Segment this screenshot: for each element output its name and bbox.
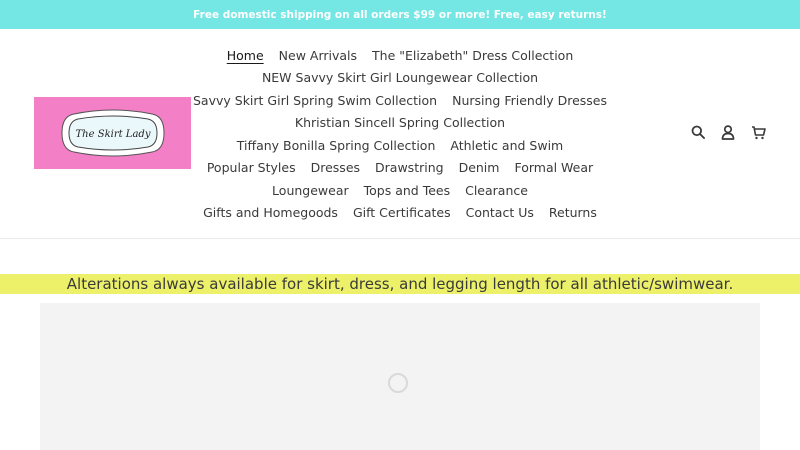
search-icon[interactable]	[690, 124, 706, 140]
nav-item-khristian-sincell-spring-collection[interactable]: Khristian Sincell Spring Collection	[295, 115, 505, 130]
nav-row: Khristian Sincell Spring Collection	[200, 112, 600, 135]
nav-item-nursing-friendly-dresses[interactable]: Nursing Friendly Dresses	[452, 93, 607, 108]
site-logo[interactable]: The Skirt Lady	[34, 97, 191, 169]
loading-spinner-icon	[388, 373, 408, 393]
nav-item-new-savvy-skirt-girl-loungewear-collection[interactable]: NEW Savvy Skirt Girl Loungewear Collecti…	[262, 70, 538, 85]
header-icons	[690, 124, 766, 140]
announcement-text: Free domestic shipping on all orders $99…	[193, 8, 607, 21]
nav-item-dresses[interactable]: Dresses	[311, 160, 360, 175]
nav-row: Savvy Skirt Girl Spring Swim Collection N…	[193, 89, 607, 112]
nav-item-tops-and-tees[interactable]: Tops and Tees	[364, 183, 450, 198]
nav-item-drawstring[interactable]: Drawstring	[375, 160, 444, 175]
alterations-banner: Alterations always available for skirt, …	[0, 274, 800, 294]
nav-row: Tiffany Bonilla Spring Collection Athleti…	[200, 134, 600, 157]
nav-row: Gifts and Homegoods Gift Certificates Cont…	[200, 202, 600, 225]
logo-text: The Skirt Lady	[75, 129, 150, 140]
nav-item-returns[interactable]: Returns	[549, 205, 597, 220]
header-divider	[0, 238, 800, 239]
nav-item-tiffany-bonilla-spring-collection[interactable]: Tiffany Bonilla Spring Collection	[237, 138, 436, 153]
main-navigation: Home New Arrivals The "Elizabeth" Dress Co…	[193, 44, 607, 225]
announcement-bar: Free domestic shipping on all orders $99…	[0, 0, 800, 29]
nav-item-savvy-skirt-girl-spring-swim-collection[interactable]: Savvy Skirt Girl Spring Swim Collection	[193, 93, 437, 108]
alterations-text: Alterations always available for skirt, …	[66, 275, 734, 293]
account-icon[interactable]	[720, 124, 736, 140]
nav-item-contact-us[interactable]: Contact Us	[466, 205, 534, 220]
nav-row: Home New Arrivals The "Elizabeth" Dress Co…	[200, 44, 600, 67]
nav-row: NEW Savvy Skirt Girl Loungewear Collecti…	[200, 67, 600, 90]
nav-item-home[interactable]: Home	[227, 48, 264, 63]
nav-item-athletic-and-swim[interactable]: Athletic and Swim	[450, 138, 563, 153]
nav-row: Loungewear Tops and Tees Clearance	[200, 179, 600, 202]
logo-badge: The Skirt Lady	[60, 109, 165, 157]
nav-item-loungewear[interactable]: Loungewear	[272, 183, 349, 198]
nav-item-new-arrivals[interactable]: New Arrivals	[279, 48, 357, 63]
nav-item-formal-wear[interactable]: Formal Wear	[514, 160, 593, 175]
nav-item-gifts-and-homegoods[interactable]: Gifts and Homegoods	[203, 205, 338, 220]
nav-item-denim[interactable]: Denim	[459, 160, 500, 175]
hero-slideshow[interactable]	[40, 303, 760, 450]
nav-item-the-elizabeth-dress-collection[interactable]: The "Elizabeth" Dress Collection	[372, 48, 573, 63]
nav-item-clearance[interactable]: Clearance	[465, 183, 528, 198]
cart-icon[interactable]	[750, 124, 766, 140]
nav-item-gift-certificates[interactable]: Gift Certificates	[353, 205, 451, 220]
nav-row: Popular Styles Dresses Drawstring Denim Form…	[200, 157, 600, 180]
nav-item-popular-styles[interactable]: Popular Styles	[207, 160, 296, 175]
